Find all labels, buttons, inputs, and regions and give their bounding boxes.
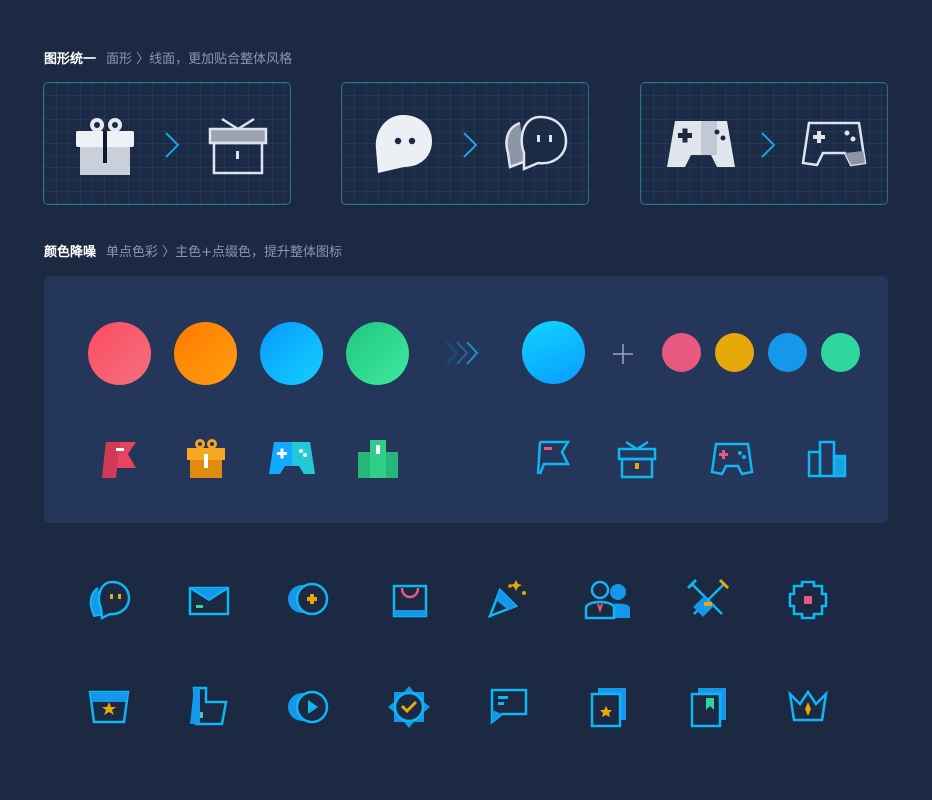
gamepad-outline-icon xyxy=(801,121,867,167)
users-icon xyxy=(584,580,630,620)
party-popper-icon xyxy=(487,580,526,619)
arrow-right-icon xyxy=(165,132,180,158)
accent-swatch-green xyxy=(821,333,860,372)
podium-outline-icon xyxy=(807,440,847,478)
chat-filled-icon xyxy=(375,115,432,173)
example-panel-gift xyxy=(43,82,291,205)
puzzle-icon xyxy=(788,580,828,620)
section-subtitle: 面形 〉线面，更加贴合整体风格 xyxy=(106,52,293,67)
accent-swatch-pink xyxy=(662,333,701,372)
accent-swatch-yellow xyxy=(715,333,754,372)
arrow-right-icon xyxy=(463,132,478,158)
section-heading-colors: 颜色降噪 单点色彩 〉主色+点缀色，提升整体图标 xyxy=(44,241,342,260)
gamepad-outline-icon xyxy=(710,442,754,476)
video-play-icon xyxy=(288,690,329,724)
color-swatch-orange xyxy=(174,322,237,385)
gamepad-filled-icon xyxy=(667,121,735,167)
section-heading-graphics: 图形统一 面形 〉线面，更加贴合整体风格 xyxy=(44,48,292,67)
section-title: 颜色降噪 xyxy=(44,245,97,260)
example-panel-chat xyxy=(341,82,589,205)
crown-icon xyxy=(788,689,828,722)
example-panel-gamepad xyxy=(640,82,888,205)
gamepad-icon xyxy=(269,442,315,474)
color-swatch-blue xyxy=(260,322,323,385)
podium-icon xyxy=(358,440,398,478)
chat-outline-icon xyxy=(505,115,568,171)
thumbs-up-icon xyxy=(190,686,228,726)
color-comparison-panel xyxy=(44,276,888,523)
chat-bubble-icon xyxy=(89,580,131,620)
gift-outline-icon xyxy=(208,117,268,175)
arrow-right-icon xyxy=(761,132,776,158)
treasure-box-icon xyxy=(88,690,130,724)
section-subtitle: 单点色彩 〉主色+点缀色，提升整体图标 xyxy=(106,245,343,260)
color-swatch-green xyxy=(346,322,409,385)
gift-icon xyxy=(187,439,225,478)
coin-icon xyxy=(288,582,329,616)
swords-icon xyxy=(686,578,730,617)
bookmark-book-icon xyxy=(690,688,726,728)
envelope-icon xyxy=(188,586,230,616)
flag-outline-icon xyxy=(536,440,571,475)
gift-filled-icon xyxy=(76,118,134,175)
section-title: 图形统一 xyxy=(44,52,97,67)
gift-outline-icon xyxy=(617,440,657,479)
plus-icon xyxy=(613,344,633,364)
triple-chevron-icon xyxy=(446,341,479,365)
flag-icon xyxy=(102,442,136,478)
accent-swatch-blue xyxy=(768,333,807,372)
shopping-bag-icon xyxy=(392,584,428,618)
message-icon xyxy=(490,688,528,725)
color-swatch-red xyxy=(88,322,151,385)
main-color-swatch xyxy=(522,321,585,384)
photo-stack-icon xyxy=(590,688,626,728)
badge-check-icon xyxy=(388,686,430,728)
